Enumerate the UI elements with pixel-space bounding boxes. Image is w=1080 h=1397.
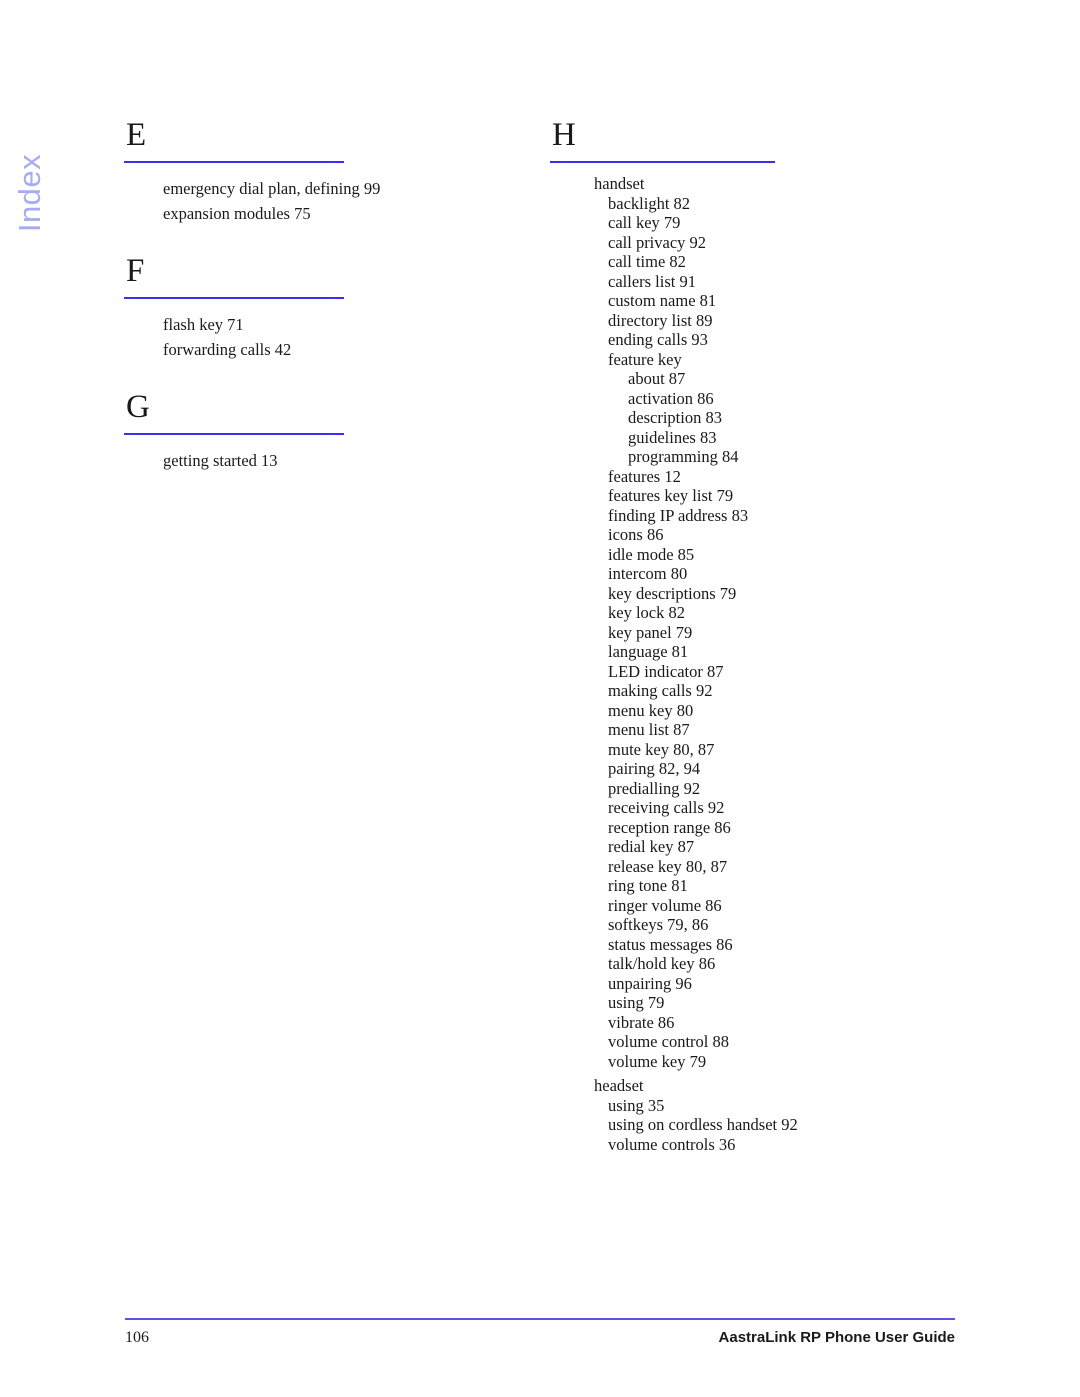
index-entry[interactable]: call privacy 92 [550,233,970,253]
page-footer: 106 AastraLink RP Phone User Guide [125,1318,955,1347]
index-entry[interactable]: call key 79 [550,213,970,233]
index-entry[interactable]: idle mode 85 [550,545,970,565]
index-entry[interactable]: pairing 82, 94 [550,759,970,779]
index-entry[interactable]: forwarding calls 42 [124,337,524,362]
index-entry[interactable]: making calls 92 [550,681,970,701]
index-entry[interactable]: key descriptions 79 [550,584,970,604]
letter-group-h: Hhandset backlight 82 call key 79 call priv… [550,118,970,1154]
index-entry[interactable]: key lock 82 [550,603,970,623]
index-column-left: Eemergency dial plan, defining 99 expansi… [124,118,524,473]
index-entry[interactable]: programming 84 [550,447,970,467]
index-entry-list: getting started 13 [124,435,524,473]
index-entry[interactable]: headset [550,1076,970,1096]
index-entry[interactable]: call time 82 [550,252,970,272]
index-entry-list: emergency dial plan, defining 99 expansio… [124,163,524,226]
index-entry[interactable]: volume key 79 [550,1052,970,1072]
index-entry[interactable]: activation 86 [550,389,970,409]
letter-heading: H [552,117,576,153]
letter-group-e: Eemergency dial plan, defining 99 expansi… [124,118,524,226]
index-entry[interactable]: features key list 79 [550,486,970,506]
index-entry[interactable]: using 35 [550,1096,970,1116]
index-entry[interactable]: directory list 89 [550,311,970,331]
index-entry[interactable]: custom name 81 [550,291,970,311]
index-column-right: Hhandset backlight 82 call key 79 call priv… [550,118,970,1154]
index-entry[interactable]: softkeys 79, 86 [550,915,970,935]
index-entry[interactable]: volume control 88 [550,1032,970,1052]
index-entry[interactable]: finding IP address 83 [550,506,970,526]
index-entry[interactable]: guidelines 83 [550,428,970,448]
index-entry[interactable]: expansion modules 75 [124,201,524,226]
index-entry[interactable]: LED indicator 87 [550,662,970,682]
index-entry-list: handset backlight 82 call key 79 call priva… [550,163,970,1154]
index-entry[interactable]: reception range 86 [550,818,970,838]
index-entry[interactable]: key panel 79 [550,623,970,643]
index-entry[interactable]: about 87 [550,369,970,389]
letter-heading: E [126,117,147,153]
index-entry[interactable]: emergency dial plan, defining 99 [124,176,524,201]
letter-group-g: Ggetting started 13 [124,390,524,473]
index-entry[interactable]: talk/hold key 86 [550,954,970,974]
index-entry-list: flash key 71 forwarding calls 42 [124,299,524,362]
index-entry[interactable]: menu key 80 [550,701,970,721]
index-entry[interactable]: receiving calls 92 [550,798,970,818]
index-entry[interactable]: description 83 [550,408,970,428]
index-entry[interactable]: volume controls 36 [550,1135,970,1155]
index-entry[interactable]: ending calls 93 [550,330,970,350]
index-entry[interactable]: intercom 80 [550,564,970,584]
index-entry[interactable]: vibrate 86 [550,1013,970,1033]
footer-row: 106 AastraLink RP Phone User Guide [125,1320,955,1347]
index-entry[interactable]: flash key 71 [124,312,524,337]
index-entry[interactable]: features 12 [550,467,970,487]
letter-heading: G [126,389,150,425]
index-entry[interactable]: menu list 87 [550,720,970,740]
index-entry[interactable]: ring tone 81 [550,876,970,896]
index-page: Index Eemergency dial plan, defining 99 e… [0,0,1080,1397]
index-entry[interactable]: predialling 92 [550,779,970,799]
index-entry[interactable]: handset [550,174,970,194]
index-entry[interactable]: status messages 86 [550,935,970,955]
side-tab-label: Index [12,153,47,233]
index-entry[interactable]: callers list 91 [550,272,970,292]
index-entry[interactable]: getting started 13 [124,448,524,473]
index-entry[interactable]: backlight 82 [550,194,970,214]
side-tab: Index [0,120,60,280]
footer-page-number: 106 [125,1329,149,1346]
index-entry[interactable]: release key 80, 87 [550,857,970,877]
index-entry[interactable]: icons 86 [550,525,970,545]
index-entry[interactable]: language 81 [550,642,970,662]
index-entry[interactable]: redial key 87 [550,837,970,857]
index-entry[interactable]: ringer volume 86 [550,896,970,916]
index-entry[interactable]: feature key [550,350,970,370]
index-entry[interactable]: using 79 [550,993,970,1013]
footer-document-title: AastraLink RP Phone User Guide [718,1329,955,1346]
letter-heading: F [126,253,145,289]
index-entry[interactable]: using on cordless handset 92 [550,1115,970,1135]
index-entry[interactable]: mute key 80, 87 [550,740,970,760]
index-entry[interactable]: unpairing 96 [550,974,970,994]
letter-group-f: Fflash key 71 forwarding calls 42 [124,254,524,362]
